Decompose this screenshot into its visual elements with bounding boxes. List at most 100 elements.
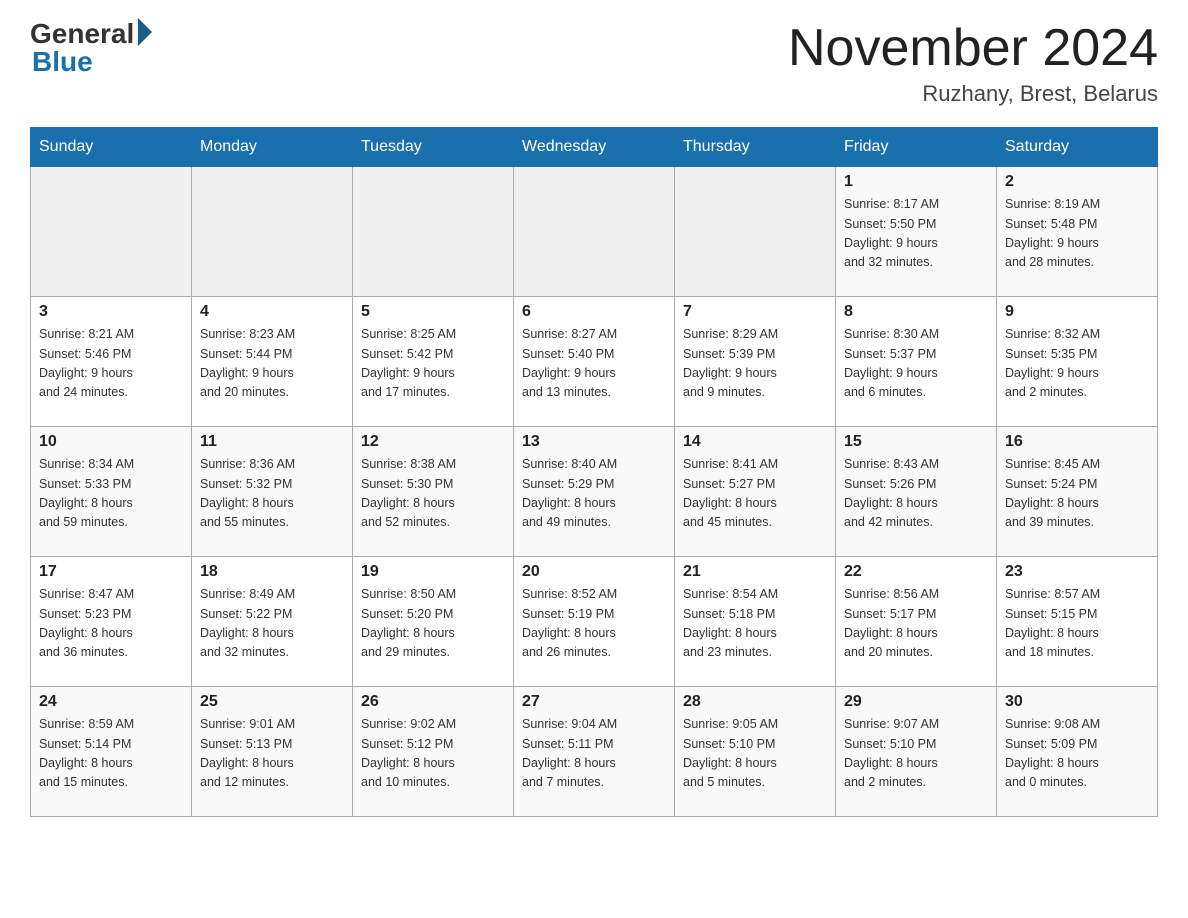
day-number: 11 (200, 433, 344, 451)
col-wednesday: Wednesday (514, 128, 675, 167)
table-row (675, 167, 836, 297)
calendar-week-row: 3 Sunrise: 8:21 AMSunset: 5:46 PMDaylight… (31, 297, 1158, 427)
day-info: Sunrise: 9:04 AMSunset: 5:11 PMDaylight:… (522, 715, 666, 793)
day-number: 30 (1005, 693, 1149, 711)
table-row: 20 Sunrise: 8:52 AMSunset: 5:19 PMDayligh… (514, 557, 675, 687)
day-number: 26 (361, 693, 505, 711)
day-number: 14 (683, 433, 827, 451)
day-info: Sunrise: 8:54 AMSunset: 5:18 PMDaylight:… (683, 585, 827, 663)
table-row: 3 Sunrise: 8:21 AMSunset: 5:46 PMDaylight… (31, 297, 192, 427)
table-row (514, 167, 675, 297)
table-row: 2 Sunrise: 8:19 AMSunset: 5:48 PMDaylight… (997, 167, 1158, 297)
day-number: 17 (39, 563, 183, 581)
logo-general-text: General (30, 20, 134, 48)
day-number: 21 (683, 563, 827, 581)
table-row: 19 Sunrise: 8:50 AMSunset: 5:20 PMDayligh… (353, 557, 514, 687)
table-row: 1Sunrise: 8:17 AMSunset: 5:50 PMDaylight… (836, 167, 997, 297)
table-row: 30 Sunrise: 9:08 AMSunset: 5:09 PMDayligh… (997, 687, 1158, 817)
day-number: 3 (39, 303, 183, 321)
calendar-week-row: 24 Sunrise: 8:59 AMSunset: 5:14 PMDayligh… (31, 687, 1158, 817)
day-info: Sunrise: 8:52 AMSunset: 5:19 PMDaylight:… (522, 585, 666, 663)
day-number: 24 (39, 693, 183, 711)
day-info: Sunrise: 8:57 AMSunset: 5:15 PMDaylight:… (1005, 585, 1149, 663)
day-number: 5 (361, 303, 505, 321)
day-info: Sunrise: 8:30 AMSunset: 5:37 PMDaylight:… (844, 325, 988, 403)
day-number: 10 (39, 433, 183, 451)
day-number: 18 (200, 563, 344, 581)
day-info: Sunrise: 9:02 AMSunset: 5:12 PMDaylight:… (361, 715, 505, 793)
day-number: 19 (361, 563, 505, 581)
day-info: Sunrise: 8:49 AMSunset: 5:22 PMDaylight:… (200, 585, 344, 663)
day-number: 6 (522, 303, 666, 321)
calendar-header-row: Sunday Monday Tuesday Wednesday Thursday… (31, 128, 1158, 167)
table-row: 16 Sunrise: 8:45 AMSunset: 5:24 PMDayligh… (997, 427, 1158, 557)
day-number: 27 (522, 693, 666, 711)
table-row: 15 Sunrise: 8:43 AMSunset: 5:26 PMDayligh… (836, 427, 997, 557)
day-number: 15 (844, 433, 988, 451)
day-info: Sunrise: 8:43 AMSunset: 5:26 PMDaylight:… (844, 455, 988, 533)
table-row: 8 Sunrise: 8:30 AMSunset: 5:37 PMDaylight… (836, 297, 997, 427)
day-number: 7 (683, 303, 827, 321)
day-info: Sunrise: 8:40 AMSunset: 5:29 PMDaylight:… (522, 455, 666, 533)
day-number: 13 (522, 433, 666, 451)
col-monday: Monday (192, 128, 353, 167)
day-info: Sunrise: 8:32 AMSunset: 5:35 PMDaylight:… (1005, 325, 1149, 403)
table-row (192, 167, 353, 297)
table-row: 9 Sunrise: 8:32 AMSunset: 5:35 PMDaylight… (997, 297, 1158, 427)
day-number: 12 (361, 433, 505, 451)
day-info: Sunrise: 9:08 AMSunset: 5:09 PMDaylight:… (1005, 715, 1149, 793)
table-row: 18 Sunrise: 8:49 AMSunset: 5:22 PMDayligh… (192, 557, 353, 687)
calendar-table: Sunday Monday Tuesday Wednesday Thursday… (30, 127, 1158, 817)
day-info: Sunrise: 8:36 AMSunset: 5:32 PMDaylight:… (200, 455, 344, 533)
table-row: 13 Sunrise: 8:40 AMSunset: 5:29 PMDayligh… (514, 427, 675, 557)
day-number: 2 (1005, 173, 1149, 191)
day-number: 23 (1005, 563, 1149, 581)
day-info: Sunrise: 8:34 AMSunset: 5:33 PMDaylight:… (39, 455, 183, 533)
table-row: 23 Sunrise: 8:57 AMSunset: 5:15 PMDayligh… (997, 557, 1158, 687)
day-number: 20 (522, 563, 666, 581)
calendar-week-row: 1Sunrise: 8:17 AMSunset: 5:50 PMDaylight… (31, 167, 1158, 297)
col-tuesday: Tuesday (353, 128, 514, 167)
location-title: Ruzhany, Brest, Belarus (788, 81, 1158, 107)
table-row: 14 Sunrise: 8:41 AMSunset: 5:27 PMDayligh… (675, 427, 836, 557)
table-row: 22Sunrise: 8:56 AMSunset: 5:17 PMDayligh… (836, 557, 997, 687)
day-number: 9 (1005, 303, 1149, 321)
day-info: Sunrise: 8:59 AMSunset: 5:14 PMDaylight:… (39, 715, 183, 793)
table-row: 26 Sunrise: 9:02 AMSunset: 5:12 PMDayligh… (353, 687, 514, 817)
day-info: Sunrise: 9:01 AMSunset: 5:13 PMDaylight:… (200, 715, 344, 793)
logo-blue-text: Blue (32, 46, 93, 78)
table-row: 4 Sunrise: 8:23 AMSunset: 5:44 PMDaylight… (192, 297, 353, 427)
table-row: 17 Sunrise: 8:47 AMSunset: 5:23 PMDayligh… (31, 557, 192, 687)
day-info: Sunrise: 8:19 AMSunset: 5:48 PMDaylight:… (1005, 195, 1149, 273)
col-thursday: Thursday (675, 128, 836, 167)
logo: General Blue (30, 20, 152, 78)
table-row: 27 Sunrise: 9:04 AMSunset: 5:11 PMDayligh… (514, 687, 675, 817)
day-number: 8 (844, 303, 988, 321)
day-info: Sunrise: 8:21 AMSunset: 5:46 PMDaylight:… (39, 325, 183, 403)
day-number: 4 (200, 303, 344, 321)
header: General Blue November 2024 Ruzhany, Bres… (30, 20, 1158, 107)
col-sunday: Sunday (31, 128, 192, 167)
day-info: Sunrise: 8:56 AMSunset: 5:17 PMDaylight:… (844, 585, 988, 663)
day-info: Sunrise: 8:25 AMSunset: 5:42 PMDaylight:… (361, 325, 505, 403)
month-title: November 2024 (788, 20, 1158, 77)
table-row: 21 Sunrise: 8:54 AMSunset: 5:18 PMDayligh… (675, 557, 836, 687)
day-info: Sunrise: 8:47 AMSunset: 5:23 PMDaylight:… (39, 585, 183, 663)
title-area: November 2024 Ruzhany, Brest, Belarus (788, 20, 1158, 107)
day-number: 16 (1005, 433, 1149, 451)
day-info: Sunrise: 8:50 AMSunset: 5:20 PMDaylight:… (361, 585, 505, 663)
day-info: Sunrise: 8:41 AMSunset: 5:27 PMDaylight:… (683, 455, 827, 533)
day-info: Sunrise: 8:23 AMSunset: 5:44 PMDaylight:… (200, 325, 344, 403)
table-row (31, 167, 192, 297)
table-row: 7 Sunrise: 8:29 AMSunset: 5:39 PMDaylight… (675, 297, 836, 427)
calendar-week-row: 10 Sunrise: 8:34 AMSunset: 5:33 PMDayligh… (31, 427, 1158, 557)
day-info: Sunrise: 8:38 AMSunset: 5:30 PMDaylight:… (361, 455, 505, 533)
table-row: 10 Sunrise: 8:34 AMSunset: 5:33 PMDayligh… (31, 427, 192, 557)
table-row: 29Sunrise: 9:07 AMSunset: 5:10 PMDayligh… (836, 687, 997, 817)
table-row: 6Sunrise: 8:27 AMSunset: 5:40 PMDaylight… (514, 297, 675, 427)
day-info: Sunrise: 8:29 AMSunset: 5:39 PMDaylight:… (683, 325, 827, 403)
table-row: 12 Sunrise: 8:38 AMSunset: 5:30 PMDayligh… (353, 427, 514, 557)
logo-arrow-icon (138, 18, 152, 46)
table-row: 28Sunrise: 9:05 AMSunset: 5:10 PMDayligh… (675, 687, 836, 817)
day-info: Sunrise: 8:45 AMSunset: 5:24 PMDaylight:… (1005, 455, 1149, 533)
